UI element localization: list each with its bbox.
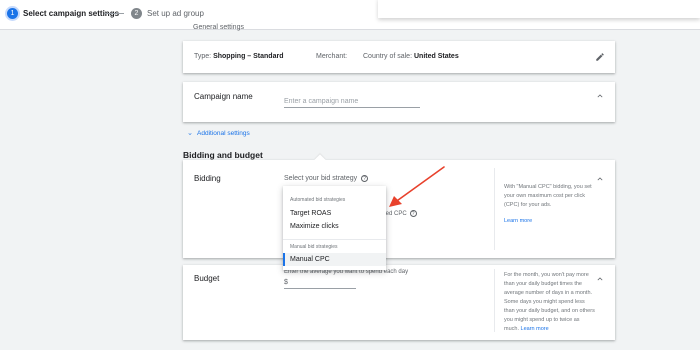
budget-help-body: For the month, you won't pay more than y… — [504, 272, 595, 332]
campaign-type-card: Type: Shopping – Standard Merchant: Coun… — [183, 41, 615, 73]
bid-strategy-dropdown: Automated bid strategies Target ROAS Max… — [283, 186, 386, 270]
card-divider — [494, 269, 495, 332]
red-arrow-annotation — [389, 166, 445, 207]
stepper-connector — [104, 13, 124, 14]
country-value: United States — [413, 53, 459, 60]
chevron-up-icon[interactable] — [595, 274, 605, 284]
campaign-type: Type: Shopping – Standard — [194, 53, 283, 60]
campaign-name-label: Campaign name — [194, 92, 253, 101]
bid-strategy-select[interactable]: Select your bid strategy ? — [284, 175, 369, 182]
bidding-help-text: With "Manual CPC" bidding, you set your … — [504, 184, 592, 208]
bidding-learn-more-link[interactable]: Learn more — [504, 218, 532, 224]
budget-card: Budget Enter the average you want to spe… — [183, 265, 615, 340]
type-value: Shopping – Standard — [213, 53, 284, 60]
chevron-down-icon — [188, 132, 192, 135]
chevron-up-icon[interactable] — [595, 91, 605, 101]
country-of-sale: Country of sale: United States — [363, 53, 459, 60]
pencil-icon[interactable] — [595, 52, 605, 62]
automated-group-heading: Automated bid strategies — [290, 197, 346, 203]
step-number-1: 1 — [7, 8, 18, 19]
dropdown-divider — [283, 239, 386, 240]
budget-help-text: For the month, you won't pay more than y… — [504, 271, 596, 334]
budget-learn-more-link[interactable]: Learn more — [521, 326, 549, 332]
option-maximize-clicks[interactable]: Maximize clicks — [283, 220, 386, 233]
bidding-and-budget-heading: Bidding and budget — [183, 150, 263, 160]
help-icon[interactable]: ? — [409, 210, 417, 217]
card-divider — [494, 168, 495, 250]
chevron-up-icon[interactable] — [595, 174, 605, 184]
campaign-name-card: Campaign name Enter a campaign name — [183, 82, 615, 122]
merchant-label: Merchant: — [316, 53, 348, 60]
option-manual-cpc[interactable]: Manual CPC — [283, 253, 386, 266]
campaign-name-input[interactable]: Enter a campaign name — [284, 98, 420, 108]
help-icon[interactable]: ? — [361, 175, 369, 182]
option-target-roas[interactable]: Target ROAS — [283, 207, 386, 220]
overlay-panel — [378, 0, 700, 18]
bid-strategy-prompt: Select your bid strategy — [284, 175, 358, 182]
step-select-campaign-settings[interactable]: 1 Select campaign settings — [7, 8, 119, 19]
general-settings-heading: General settings — [193, 24, 244, 31]
country-label: Country of sale: — [363, 53, 413, 60]
additional-settings-label: Additional settings — [197, 130, 250, 137]
step-label-2: Set up ad group — [147, 9, 204, 18]
budget-label: Budget — [194, 274, 220, 283]
type-label: Type: — [194, 53, 212, 60]
bidding-label: Bidding — [194, 174, 221, 183]
manual-group-heading: Manual bid strategies — [290, 244, 338, 250]
step-number-2: 2 — [131, 8, 142, 19]
daily-budget-input[interactable]: $ — [284, 279, 356, 289]
additional-settings-toggle[interactable]: Additional settings — [187, 130, 250, 137]
step-set-up-ad-group[interactable]: 2 Set up ad group — [131, 8, 204, 19]
